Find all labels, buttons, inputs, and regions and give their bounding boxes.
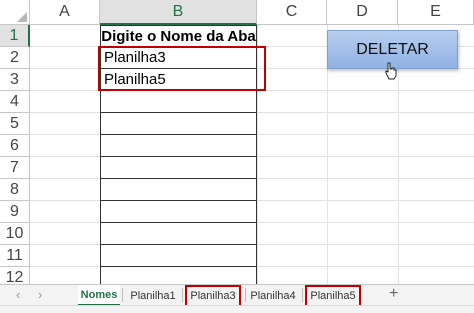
row-header-5[interactable]: 5: [0, 113, 30, 135]
tab-planilha3[interactable]: Planilha3: [185, 285, 241, 307]
row-header-10[interactable]: 10: [0, 223, 30, 245]
cell-b4[interactable]: [100, 91, 257, 113]
row-header-4[interactable]: 4: [0, 91, 30, 113]
tab-planilha1[interactable]: Planilha1: [128, 285, 178, 306]
cell-b1-header[interactable]: Digite o Nome da Aba: [100, 25, 257, 47]
column-header-e[interactable]: E: [398, 0, 474, 25]
row-header-3[interactable]: 3: [0, 69, 30, 91]
cell-b7[interactable]: [100, 157, 257, 179]
select-all-corner[interactable]: [0, 0, 30, 25]
highlight-box-names: [98, 46, 266, 91]
scroll-right-icon[interactable]: ›: [38, 287, 42, 302]
tab-planilha4[interactable]: Planilha4: [248, 285, 298, 306]
column-header-c[interactable]: C: [257, 0, 327, 25]
cell-b10[interactable]: [100, 223, 257, 245]
cell-b9[interactable]: [100, 201, 257, 223]
row-header-9[interactable]: 9: [0, 201, 30, 223]
column-header-a[interactable]: A: [30, 0, 100, 25]
tab-planilha5[interactable]: Planilha5: [305, 285, 361, 307]
column-header-d[interactable]: D: [327, 0, 398, 25]
column-header-b[interactable]: B: [100, 0, 257, 25]
row-header-6[interactable]: 6: [0, 135, 30, 157]
row-header-8[interactable]: 8: [0, 179, 30, 201]
row-header-7[interactable]: 7: [0, 157, 30, 179]
row-header-12[interactable]: 12: [0, 267, 30, 284]
hand-cursor-icon: [385, 62, 397, 80]
add-sheet-icon[interactable]: +: [389, 285, 398, 303]
cell-b11[interactable]: [100, 245, 257, 267]
row-header-1[interactable]: 1: [0, 25, 30, 47]
cell-b6[interactable]: [100, 135, 257, 157]
cell-b5[interactable]: [100, 113, 257, 135]
status-bar: [0, 305, 474, 313]
sheet-tab-bar: ‹ › Nomes Planilha1 Planilha3 Planilha4 …: [0, 284, 474, 307]
scroll-left-icon[interactable]: ‹: [16, 287, 20, 302]
cell-b8[interactable]: [100, 179, 257, 201]
cell-b12[interactable]: [100, 267, 257, 284]
worksheet-grid: A B C D E 1 2 3 4 5 6 7 8 9 10 11 12 Dig…: [0, 0, 474, 284]
row-header-11[interactable]: 11: [0, 245, 30, 267]
tab-nomes[interactable]: Nomes: [78, 285, 120, 306]
row-header-2[interactable]: 2: [0, 47, 30, 69]
